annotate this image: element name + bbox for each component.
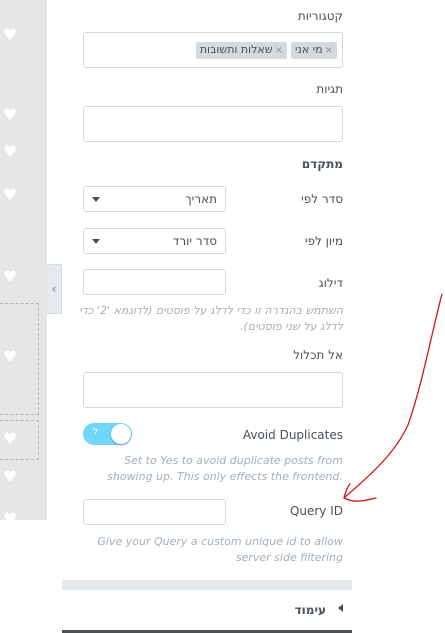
collapse-panel-button[interactable]: ‹ (47, 264, 62, 314)
widget-outline (0, 303, 39, 415)
pagination-section-label: עימוד (294, 603, 326, 617)
category-chip[interactable]: ×מי אני (290, 42, 337, 59)
heart-icon: ♥ (2, 267, 18, 286)
caret-left-icon (338, 604, 343, 612)
avoid-duplicates-label: Avoid Duplicates (242, 428, 343, 442)
toggle-knob (111, 424, 131, 444)
categories-select[interactable]: ×מי אני×שאלות ותשובות (83, 32, 343, 68)
chevron-down-icon (92, 197, 100, 202)
chip-label: מי אני (294, 43, 323, 56)
chevron-down-icon (92, 239, 100, 244)
exclude-input[interactable] (83, 372, 343, 408)
heart-icon: ♥ (2, 25, 18, 44)
avoid-duplicates-toggle[interactable]: ל (83, 423, 132, 445)
heart-icon: ♥ (2, 185, 18, 204)
widget-outline (0, 420, 39, 460)
offset-help-text: השתמש בהגדרה זו כדי לדלג על פוסטים (לדוג… (79, 304, 343, 333)
categories-label: קטגוריות (297, 9, 343, 23)
heart-icon: ♥ (2, 509, 18, 521)
advanced-heading: מתקדם (301, 157, 343, 171)
pagination-section-toggle[interactable]: עימוד (62, 590, 352, 630)
order-select[interactable]: סדר יורד (83, 228, 226, 254)
query-id-input[interactable] (83, 499, 226, 525)
chevron-left-icon: ‹ (51, 282, 57, 296)
heart-icon: ♥ (2, 142, 18, 161)
order-by-select[interactable]: תאריך (83, 186, 226, 212)
exclude-label: אל תכלול (293, 348, 343, 362)
settings-panel: קטגוריות ×מי אני×שאלות ותשובות תגיות מתק… (62, 0, 352, 633)
avoid-duplicates-help-text: Set to Yes to avoid duplicate posts from… (107, 454, 343, 483)
heart-icon: ♥ (2, 105, 18, 124)
category-chip[interactable]: ×שאלות ותשובות (195, 42, 287, 59)
remove-chip-icon[interactable]: × (325, 45, 333, 56)
remove-chip-icon[interactable]: × (275, 45, 283, 56)
section-divider (62, 580, 352, 590)
query-id-help-text: Give your Query a custom unique id to al… (97, 535, 343, 564)
offset-input[interactable] (83, 269, 226, 295)
order-by-value: תאריך (185, 192, 217, 206)
toggle-text: ל (93, 427, 99, 437)
order-label: מיון לפי (304, 234, 343, 248)
order-value: סדר יורד (172, 234, 217, 248)
tags-input[interactable] (83, 106, 343, 142)
offset-label: דילוג (318, 276, 343, 290)
query-id-label: Query ID (289, 504, 343, 518)
order-by-label: סדר לפי (301, 192, 343, 206)
heart-icon: ♥ (2, 467, 18, 486)
chip-label: שאלות ותשובות (199, 43, 273, 56)
editor-preview: ♥ ♥ ♥ ♥ ♥ ♥ ♥ ♥ ♥ (0, 0, 47, 520)
tags-label: תגיות (316, 82, 343, 96)
